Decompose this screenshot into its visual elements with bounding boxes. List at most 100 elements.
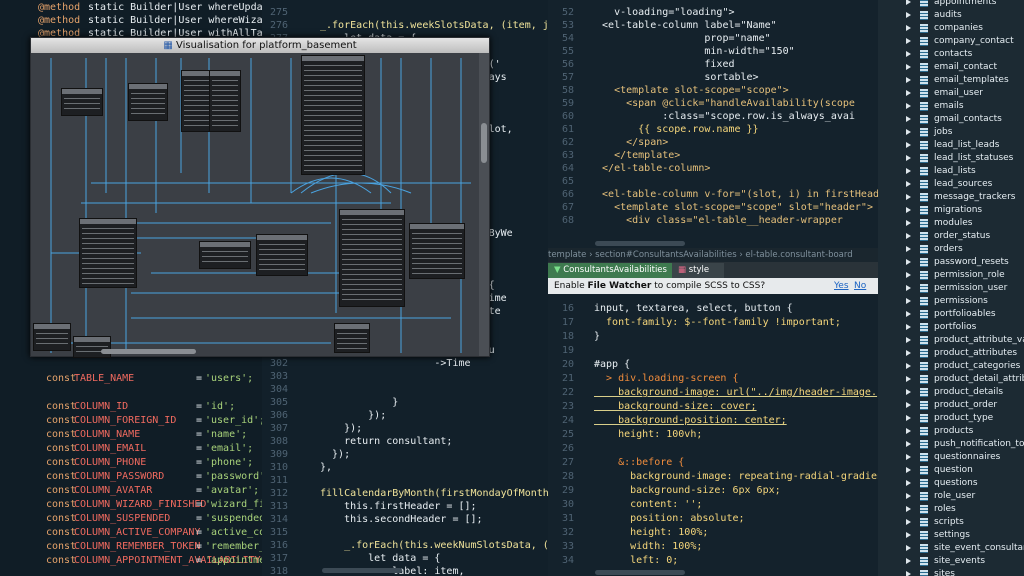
database-table-list[interactable]: appointments audits companies company_conta…: [878, 0, 1024, 576]
expand-arrow-icon[interactable]: [906, 402, 911, 408]
code-text: position: absolute;: [594, 513, 745, 524]
visualisation-window[interactable]: ▦ Visualisation for platform_basement: [30, 37, 490, 358]
equals-sign: =: [196, 485, 203, 496]
expand-arrow-icon[interactable]: [906, 0, 911, 5]
table-icon: [920, 11, 928, 20]
scss-editor[interactable]: ▼ ConsultantsAvailabilities ✕ ▦ style En…: [548, 262, 878, 576]
expand-arrow-icon[interactable]: [906, 493, 911, 499]
expand-arrow-icon[interactable]: [906, 38, 911, 44]
db-table-node[interactable]: [209, 70, 241, 132]
expand-arrow-icon[interactable]: [906, 324, 911, 330]
horizontal-scrollbar[interactable]: [322, 568, 402, 573]
tab-consultants-availabilities[interactable]: ▼ ConsultantsAvailabilities ✕: [548, 263, 682, 290]
expand-arrow-icon[interactable]: [906, 311, 911, 317]
line-number: 302: [269, 358, 288, 369]
expand-arrow-icon[interactable]: [906, 545, 911, 551]
db-table-node[interactable]: [128, 83, 168, 121]
code-line: constCOLUMN_ACTIVE_COMPANY='active_compa…: [0, 526, 262, 539]
expand-arrow-icon[interactable]: [906, 207, 911, 213]
expand-arrow-icon[interactable]: [906, 129, 911, 135]
expand-arrow-icon[interactable]: [906, 194, 911, 200]
expand-arrow-icon[interactable]: [906, 90, 911, 96]
expand-arrow-icon[interactable]: [906, 25, 911, 31]
code-line: 22 background-image: url("../img/header-…: [548, 386, 878, 399]
expand-arrow-icon[interactable]: [906, 519, 911, 525]
vue-template-editor[interactable]: 52 v-loading="loading"> 53 <el-table-colu…: [548, 0, 878, 248]
expand-arrow-icon[interactable]: [906, 389, 911, 395]
expand-arrow-icon[interactable]: [906, 350, 911, 356]
code-keyword: const: [46, 457, 77, 468]
expand-arrow-icon[interactable]: [906, 246, 911, 252]
code-text: background-size: 6px 6px;: [594, 485, 781, 496]
schema-diagram-canvas[interactable]: [31, 53, 479, 358]
db-table-node[interactable]: [33, 323, 71, 351]
db-table-node[interactable]: [256, 234, 308, 276]
expand-arrow-icon[interactable]: [906, 506, 911, 512]
line-number: 312: [269, 488, 288, 499]
tab-style[interactable]: ▦ style: [672, 263, 724, 278]
db-table-node[interactable]: [301, 55, 365, 175]
yes-button[interactable]: Yes: [834, 278, 849, 294]
code-keyword: const: [46, 541, 77, 552]
db-table-node[interactable]: [339, 209, 405, 307]
table-name: portfolios: [934, 322, 977, 332]
expand-arrow-icon[interactable]: [906, 259, 911, 265]
expand-arrow-icon[interactable]: [906, 480, 911, 486]
constant-name: COLUMN_ID: [74, 401, 129, 412]
code-text: });: [320, 410, 387, 421]
constant-name: COLUMN_PHONE: [74, 457, 147, 468]
table-name: email_templates: [934, 75, 1009, 85]
expand-arrow-icon[interactable]: [906, 103, 911, 109]
expand-arrow-icon[interactable]: [906, 337, 911, 343]
line-number: 22: [561, 387, 574, 398]
expand-arrow-icon[interactable]: [906, 233, 911, 239]
db-table-node[interactable]: [79, 218, 137, 288]
expand-arrow-icon[interactable]: [906, 441, 911, 447]
horizontal-scrollbar[interactable]: [595, 241, 685, 246]
equals-sign: =: [196, 471, 203, 482]
expand-arrow-icon[interactable]: [906, 454, 911, 460]
expand-arrow-icon[interactable]: [906, 571, 911, 576]
expand-arrow-icon[interactable]: [906, 428, 911, 434]
table-name: product_detail_attribute: [934, 374, 1024, 384]
expand-arrow-icon[interactable]: [906, 558, 911, 564]
expand-arrow-icon[interactable]: [906, 116, 911, 122]
expand-arrow-icon[interactable]: [906, 181, 911, 187]
db-table-node[interactable]: [61, 88, 103, 116]
code-line: constCOLUMN_SUSPENDED ='suspended';: [0, 512, 262, 525]
expand-arrow-icon[interactable]: [906, 12, 911, 18]
expand-arrow-icon[interactable]: [906, 532, 911, 538]
expand-arrow-icon[interactable]: [906, 272, 911, 278]
notification-link[interactable]: File Watcher: [588, 281, 652, 291]
table-name: roles: [934, 504, 956, 514]
expand-arrow-icon[interactable]: [906, 285, 911, 291]
line-number: 276: [269, 20, 288, 31]
expand-arrow-icon[interactable]: [906, 467, 911, 473]
db-table-node[interactable]: [73, 336, 111, 358]
expand-arrow-icon[interactable]: [906, 298, 911, 304]
expand-arrow-icon[interactable]: [906, 415, 911, 421]
expand-arrow-icon[interactable]: [906, 77, 911, 83]
db-table-node[interactable]: [409, 223, 465, 279]
expand-arrow-icon[interactable]: [906, 155, 911, 161]
horizontal-scrollbar[interactable]: [101, 349, 196, 354]
expand-arrow-icon[interactable]: [906, 376, 911, 382]
horizontal-scrollbar[interactable]: [595, 570, 685, 575]
expand-arrow-icon[interactable]: [906, 142, 911, 148]
window-title-bar[interactable]: ▦ Visualisation for platform_basement: [31, 38, 489, 53]
breadcrumb[interactable]: template › section#ConsultantsAvailabili…: [548, 248, 878, 262]
constant-name: COLUMN_NAME: [74, 429, 141, 440]
db-table-node[interactable]: [199, 241, 251, 269]
expand-arrow-icon[interactable]: [906, 363, 911, 369]
no-button[interactable]: No: [854, 278, 866, 294]
vertical-scrollbar[interactable]: [479, 53, 489, 356]
db-table-node[interactable]: [334, 323, 370, 353]
expand-arrow-icon[interactable]: [906, 51, 911, 57]
expand-arrow-icon[interactable]: [906, 168, 911, 174]
expand-arrow-icon[interactable]: [906, 220, 911, 226]
expand-arrow-icon[interactable]: [906, 64, 911, 70]
code-text: <template slot-scope="scope" slot="heade…: [590, 202, 873, 213]
line-number: 66: [561, 189, 574, 200]
line-number: 310: [269, 462, 288, 473]
table-icon: [920, 141, 928, 150]
